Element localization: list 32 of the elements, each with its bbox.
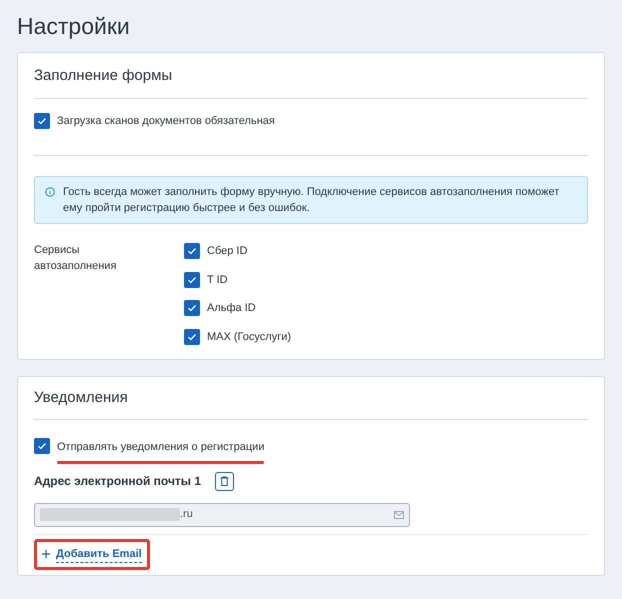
checkbox-label: Отправлять уведомления о регистрации: [57, 440, 264, 452]
info-text: Гость всегда может заполнить форму вручную. Подключение сервисов автозаполнения поможет ему пройти регистрацию быстрее и без ошибок.: [63, 185, 560, 216]
checkbox-label: Сбер ID: [207, 244, 248, 259]
field-value: .ru: [180, 507, 193, 522]
check-icon: [37, 440, 47, 450]
checkbox-label: T ID: [207, 272, 228, 288]
add-email-button[interactable]: Добавить Email: [34, 538, 150, 570]
section-heading: Заполнение формы: [34, 53, 588, 98]
info-icon: [45, 187, 55, 197]
checkbox[interactable]: [184, 243, 200, 260]
mail-icon: [394, 510, 404, 518]
plus-icon: [42, 550, 50, 558]
field-label: Сервисы автозаполнения: [34, 243, 118, 274]
page-title: Настройки: [17, 12, 131, 41]
checkbox-label: Загрузка сканов документов обязательная: [57, 114, 275, 128]
checkbox[interactable]: [34, 112, 50, 129]
check-icon: [37, 116, 47, 126]
check-icon: [187, 332, 197, 342]
check-icon: [187, 246, 197, 256]
check-icon: [187, 303, 197, 314]
delete-button[interactable]: [215, 472, 234, 490]
checkbox[interactable]: [184, 300, 200, 316]
email-field[interactable]: .ru: [34, 502, 410, 526]
section-heading: Уведомления: [34, 377, 588, 420]
check-icon: [187, 274, 197, 285]
field-label: Адрес электронной почты 1: [34, 473, 202, 490]
checkbox-label: Альфа ID: [207, 301, 256, 316]
checkbox[interactable]: [34, 438, 50, 454]
checkbox[interactable]: [184, 328, 200, 345]
checkbox[interactable]: [184, 272, 200, 288]
trash-icon: [220, 476, 230, 486]
checkbox-label: MAX (Госуслуги): [207, 330, 292, 344]
